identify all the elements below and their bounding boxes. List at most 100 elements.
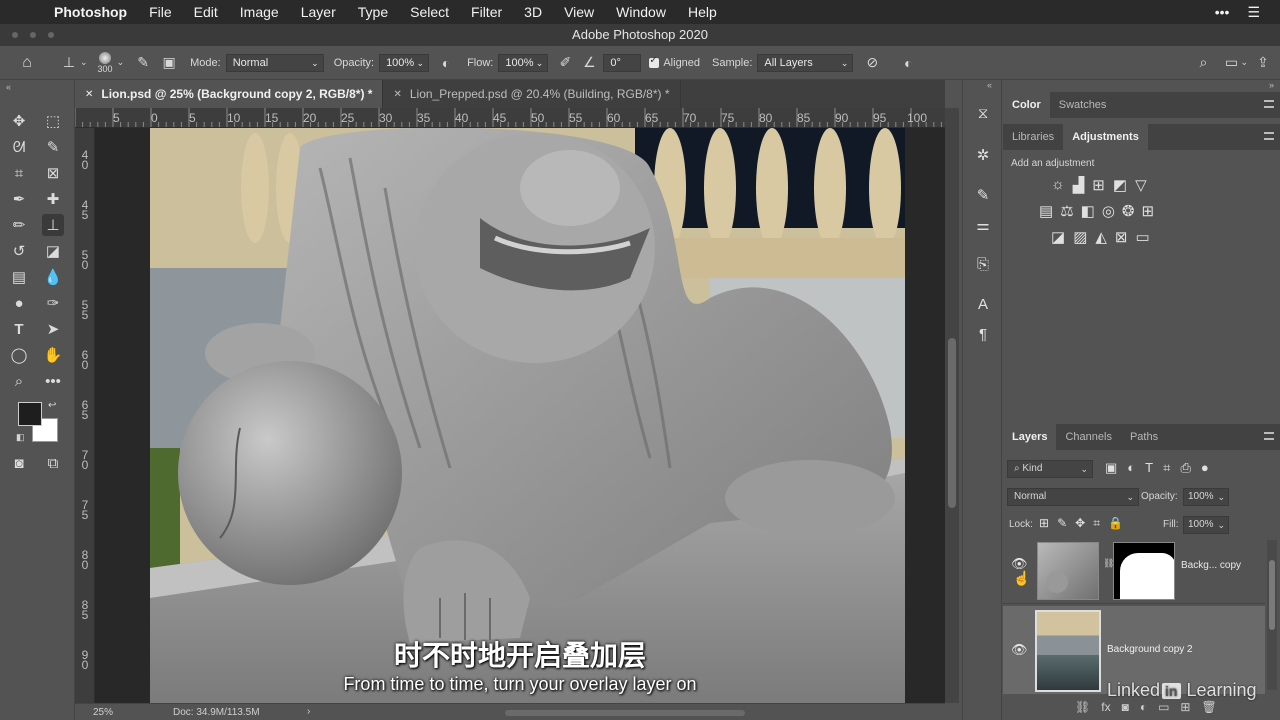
layer-row[interactable]: 👁 ☝ ⛓ Backg... copy bbox=[1003, 540, 1265, 604]
sample-select[interactable]: All Layers ⌄ bbox=[757, 53, 854, 72]
layer-opacity-input[interactable]: 100% ⌄ bbox=[1183, 488, 1229, 506]
color-balance-icon[interactable]: ⚖ bbox=[1060, 202, 1073, 220]
scroll-thumb[interactable] bbox=[948, 338, 956, 508]
tab-swatches[interactable]: Swatches bbox=[1050, 92, 1116, 118]
healing-brush-tool-icon[interactable]: ✚ bbox=[42, 188, 64, 210]
menu-app-name[interactable]: Photoshop bbox=[44, 4, 138, 20]
crop-tool-icon[interactable]: ⌗ bbox=[8, 162, 30, 184]
selective-color-icon[interactable]: ⊠ bbox=[1115, 228, 1128, 246]
expand-panels-icon[interactable]: « bbox=[987, 80, 992, 90]
new-layer-icon[interactable]: ⊞ bbox=[1180, 700, 1190, 714]
home-icon[interactable]: ⌂ bbox=[18, 54, 36, 72]
quick-mask-icon[interactable]: ◙ bbox=[8, 452, 30, 474]
menu-type[interactable]: Type bbox=[347, 4, 399, 20]
lock-all-icon[interactable]: 🔒 bbox=[1108, 516, 1123, 531]
tab-layers[interactable]: Layers bbox=[1003, 424, 1057, 450]
hand-tool-icon[interactable]: ✋ bbox=[42, 344, 64, 366]
gradient-map-icon[interactable]: ▭ bbox=[1136, 228, 1150, 246]
chevron-down-icon[interactable]: ⌄ bbox=[80, 57, 88, 68]
flow-input[interactable]: 100% ⌄ bbox=[498, 53, 549, 72]
search-icon[interactable]: ⌕ bbox=[1194, 54, 1212, 72]
close-window-icon[interactable] bbox=[12, 32, 18, 38]
delete-layer-icon[interactable]: 🗑 bbox=[1201, 700, 1216, 714]
path-selection-tool-icon[interactable]: ➤ bbox=[42, 318, 64, 340]
layer-name[interactable]: Backg... copy bbox=[1181, 560, 1241, 571]
exposure-icon[interactable]: ◩ bbox=[1113, 176, 1127, 194]
collapse-panel-icon[interactable]: » bbox=[1269, 80, 1274, 90]
quick-selection-tool-icon[interactable]: ✎ bbox=[42, 136, 64, 158]
pen-tool-icon[interactable]: ✑ bbox=[42, 292, 64, 314]
tab-color[interactable]: Color bbox=[1003, 92, 1050, 118]
workspace-icon[interactable]: ▭ bbox=[1222, 54, 1240, 72]
zoom-level[interactable]: 25% bbox=[93, 707, 113, 718]
menu-edit[interactable]: Edit bbox=[183, 4, 229, 20]
history-brush-tool-icon[interactable]: ↺ bbox=[8, 240, 30, 262]
paragraph-panel-icon[interactable]: ¶ bbox=[973, 326, 993, 346]
more-tools-icon[interactable]: ••• bbox=[42, 370, 64, 392]
pressure-opacity-icon[interactable]: ◐ bbox=[437, 54, 455, 72]
more-icon[interactable]: ••• bbox=[1215, 4, 1230, 21]
horizontal-scroll-thumb[interactable] bbox=[505, 710, 745, 716]
minimize-window-icon[interactable] bbox=[30, 32, 36, 38]
brush-settings-icon[interactable]: ✎ bbox=[134, 54, 152, 72]
curves-icon[interactable]: ⊞ bbox=[1092, 176, 1105, 194]
hue-saturation-icon[interactable]: ▤ bbox=[1039, 202, 1053, 220]
fx-icon[interactable]: fx bbox=[1101, 700, 1110, 714]
eye-visibility-icon[interactable]: 👁 bbox=[1011, 642, 1028, 658]
panel-menu-icon[interactable] bbox=[1264, 132, 1274, 140]
frame-tool-icon[interactable]: ⊠ bbox=[42, 162, 64, 184]
chevron-down-icon[interactable]: ⌄ bbox=[117, 57, 125, 68]
tab-channels[interactable]: Channels bbox=[1056, 424, 1120, 450]
tab-libraries[interactable]: Libraries bbox=[1003, 124, 1063, 150]
menu-image[interactable]: Image bbox=[229, 4, 290, 20]
layers-scrollbar[interactable] bbox=[1267, 540, 1277, 690]
threshold-icon[interactable]: ◭ bbox=[1095, 228, 1107, 246]
vibrance-icon[interactable]: ▽ bbox=[1135, 176, 1147, 194]
new-group-icon[interactable]: ▭ bbox=[1158, 700, 1169, 714]
filter-toggle-icon[interactable]: ● bbox=[1201, 460, 1209, 476]
brush-tool-icon[interactable]: ✏ bbox=[8, 214, 30, 236]
menu-3d[interactable]: 3D bbox=[513, 4, 553, 20]
filter-adjustment-icon[interactable]: ◐ bbox=[1127, 460, 1135, 476]
document-canvas[interactable]: 时不时地开启叠加层 From time to time, turn your o… bbox=[95, 128, 945, 703]
layer-mask-thumbnail[interactable] bbox=[1113, 542, 1175, 600]
channel-mixer-icon[interactable]: ❂ bbox=[1122, 202, 1135, 220]
foreground-color-swatch[interactable] bbox=[18, 402, 42, 426]
eraser-tool-icon[interactable]: ◪ bbox=[42, 240, 64, 262]
lock-artboard-icon[interactable]: ⌗ bbox=[1093, 516, 1100, 531]
clone-stamp-tool-icon[interactable]: ⊥ bbox=[42, 214, 64, 236]
layer-thumbnail[interactable] bbox=[1037, 542, 1099, 600]
posterize-icon[interactable]: ▨ bbox=[1073, 228, 1087, 246]
add-mask-icon[interactable]: ◙ bbox=[1122, 700, 1129, 714]
lion-statue-photo[interactable]: 时不时地开启叠加层 From time to time, turn your o… bbox=[150, 128, 905, 703]
menu-help[interactable]: Help bbox=[677, 4, 728, 20]
brush-settings-panel-icon[interactable]: ✲ bbox=[973, 146, 993, 166]
eyedropper-tool-icon[interactable]: ✒ bbox=[8, 188, 30, 210]
zoom-tool-icon[interactable]: ⌕ bbox=[8, 370, 30, 392]
type-tool-icon[interactable]: T bbox=[8, 318, 30, 340]
black-white-icon[interactable]: ◧ bbox=[1081, 202, 1095, 220]
clone-source-panel-icon[interactable]: ⎘ bbox=[973, 256, 993, 276]
dodge-tool-icon[interactable]: ● bbox=[8, 292, 30, 314]
levels-icon[interactable]: ▟ bbox=[1073, 176, 1085, 194]
swap-colors-icon[interactable]: ↩ bbox=[48, 400, 56, 411]
share-icon[interactable]: ⇪ bbox=[1254, 54, 1272, 72]
layer-filter-kind[interactable]: ⌕ Kind ⌄ bbox=[1007, 460, 1093, 478]
gradient-tool-icon[interactable]: ▤ bbox=[8, 266, 30, 288]
panel-menu-icon[interactable] bbox=[1264, 432, 1274, 440]
scroll-thumb[interactable] bbox=[1269, 560, 1275, 630]
tab-lion-psd[interactable]: ✕ Lion.psd @ 25% (Background copy 2, RGB… bbox=[75, 80, 384, 108]
canvas-vertical-scrollbar[interactable] bbox=[945, 108, 959, 703]
layer-thumbnail[interactable] bbox=[1035, 610, 1101, 692]
lock-image-icon[interactable]: ✎ bbox=[1057, 516, 1067, 531]
new-adjustment-layer-icon[interactable]: ◐ bbox=[1140, 700, 1147, 714]
filter-shape-icon[interactable]: ⌗ bbox=[1163, 460, 1170, 476]
tab-paths[interactable]: Paths bbox=[1121, 424, 1167, 450]
layer-name[interactable]: Background copy 2 bbox=[1107, 644, 1193, 655]
angle-input[interactable]: 0° bbox=[603, 53, 642, 72]
mode-select[interactable]: Normal ⌄ bbox=[225, 53, 324, 72]
filter-pixel-icon[interactable]: ▣ bbox=[1105, 460, 1117, 476]
photo-filter-icon[interactable]: ◎ bbox=[1102, 202, 1115, 220]
tab-adjustments[interactable]: Adjustments bbox=[1063, 124, 1148, 150]
close-icon[interactable]: ✕ bbox=[393, 89, 401, 100]
